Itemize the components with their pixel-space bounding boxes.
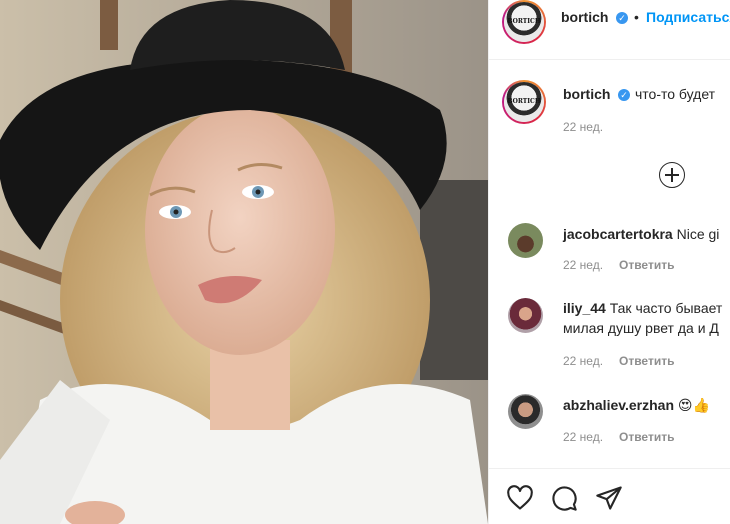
plus-circle-icon[interactable] [659, 162, 685, 188]
action-bar [489, 468, 730, 524]
post-side-panel: BORTICH bortich ✓ • Подписаться BORTICH … [488, 0, 730, 524]
author-avatar[interactable]: BORTICH [502, 0, 546, 44]
post-image [0, 0, 488, 524]
comment-text-continued: милая душу рвет да и Д [563, 320, 719, 336]
caption-username[interactable]: bortich [563, 86, 610, 102]
post-photo[interactable] [0, 0, 488, 524]
verified-badge-icon: ✓ [616, 12, 628, 24]
comment-time[interactable]: 22 нед. [563, 354, 603, 368]
comment-text: 😍👍 [677, 397, 710, 413]
verified-badge-icon: ✓ [618, 89, 630, 101]
comment-text: Nice gi [676, 226, 720, 242]
comment-icon[interactable] [550, 484, 578, 512]
comment-text: Так часто бывает [609, 300, 723, 316]
reply-button[interactable]: Ответить [619, 354, 674, 368]
post-header: BORTICH bortich ✓ • Подписаться [489, 0, 730, 60]
comment-avatar[interactable] [508, 394, 543, 429]
share-icon[interactable] [595, 484, 623, 512]
author-username[interactable]: bortich [561, 9, 608, 25]
comment-avatar[interactable] [508, 223, 543, 258]
comment-avatar[interactable] [508, 298, 543, 333]
comment-time[interactable]: 22 нед. [563, 430, 603, 444]
caption-text: что-то будет [635, 86, 716, 102]
heart-icon[interactable] [506, 484, 534, 512]
comment-username[interactable]: jacobcartertokra [563, 226, 673, 242]
reply-button[interactable]: Ответить [619, 258, 674, 272]
comment-item: iliy_44 Так часто бывает [563, 299, 722, 317]
reply-button[interactable]: Ответить [619, 430, 674, 444]
caption-time[interactable]: 22 нед. [563, 120, 603, 134]
comment-time[interactable]: 22 нед. [563, 258, 603, 272]
follow-button[interactable]: Подписаться [646, 9, 730, 25]
comment-username[interactable]: abzhaliev.erzhan [563, 397, 674, 413]
caption-avatar[interactable]: BORTICH [502, 80, 546, 124]
comment-username[interactable]: iliy_44 [563, 300, 606, 316]
comment-item: jacobcartertokra Nice gi [563, 225, 719, 243]
comment-item: abzhaliev.erzhan 😍👍 [563, 396, 710, 414]
separator-dot: • [634, 9, 639, 25]
